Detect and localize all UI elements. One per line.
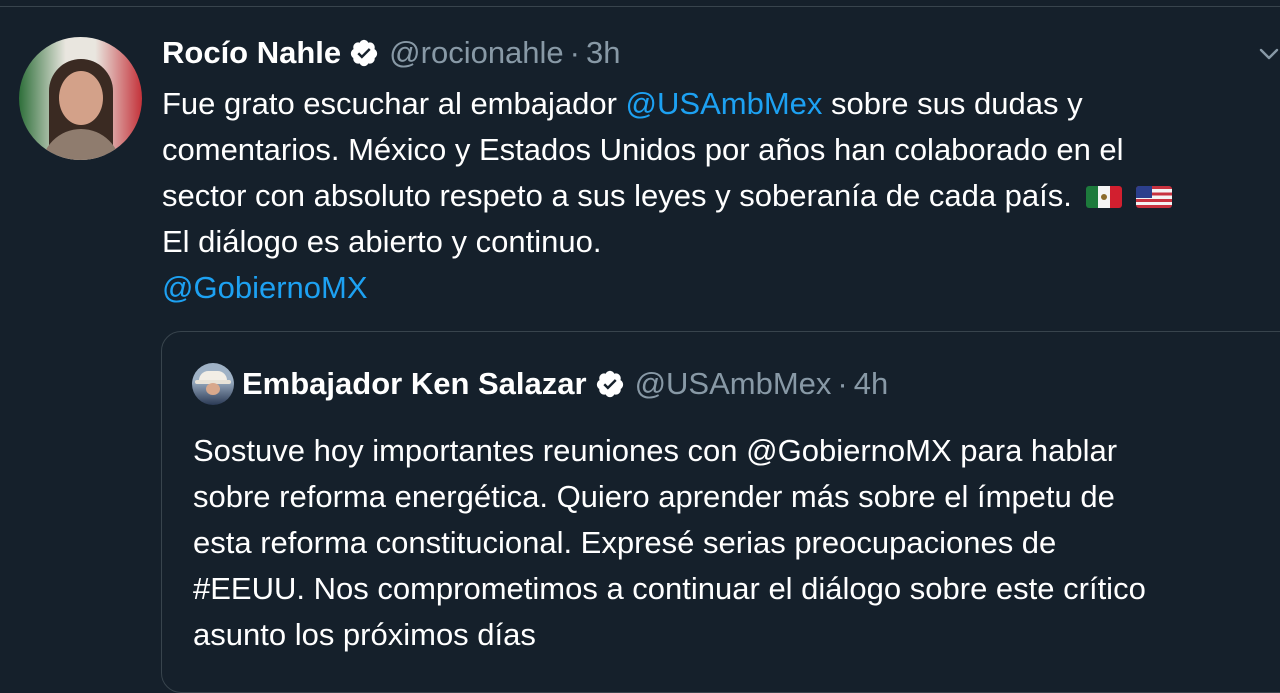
verified-badge-icon: [595, 369, 625, 399]
quoted-tweet-header: Embajador Ken Salazar @USAmbMex · 4h: [242, 362, 888, 406]
avatar-face: [206, 383, 220, 395]
quoted-handle: @USAmbMex: [634, 366, 832, 401]
quoted-text-line: Sostuve hoy importantes reuniones con @G…: [193, 433, 1118, 468]
quoted-display-name: Embajador Ken Salazar: [242, 366, 587, 401]
text-segment: sector con absoluto respeto a sus leyes …: [162, 178, 1072, 213]
text-segment: Fue grato escuchar al embajador: [162, 86, 626, 121]
chevron-down-icon[interactable]: [1258, 43, 1280, 65]
tweet-text-line: @GobiernoMX: [162, 265, 1262, 311]
tweet-text-line: comentarios. México y Estados Unidos por…: [162, 132, 1124, 167]
mention-usambmex-link[interactable]: @USAmbMex: [626, 86, 823, 121]
tweet-text: Fue grato escuchar al embajador @USAmbMe…: [162, 81, 1262, 311]
avatar-rocio-nahle[interactable]: [19, 37, 142, 160]
tweet-text-line: El diálogo es abierto y continuo.: [162, 224, 602, 259]
separator-dot: ·: [569, 35, 580, 70]
tweet-text-line: Fue grato escuchar al embajador @USAmbMe…: [162, 81, 1262, 127]
mexico-flag-icon: [1085, 186, 1122, 208]
verified-badge-icon: [349, 38, 379, 68]
quoted-text-line: sobre reforma energética. Quiero aprende…: [193, 479, 1115, 514]
timeline-divider: [0, 0, 1280, 7]
quoted-text-line: asunto los próximos días: [193, 617, 536, 652]
quoted-tweet-card[interactable]: Embajador Ken Salazar @USAmbMex · 4h Sos…: [161, 331, 1280, 693]
separator-dot: ·: [837, 366, 848, 401]
tweet-header: Rocío Nahle @rocionahle · 3h: [162, 31, 620, 75]
quoted-tweet-text: Sostuve hoy importantes reuniones con @G…: [193, 428, 1280, 658]
quoted-text-line: esta reforma constitucional. Expresé ser…: [193, 525, 1057, 560]
quoted-timestamp: 4h: [853, 366, 889, 401]
text-segment: sobre sus dudas y: [822, 86, 1083, 121]
quoted-text-line: #EEUU. Nos comprometimos a continuar el …: [193, 571, 1146, 606]
display-name[interactable]: Rocío Nahle: [162, 35, 341, 71]
usa-flag-icon: [1135, 186, 1172, 208]
timestamp[interactable]: 3h: [586, 35, 620, 71]
avatar-ken-salazar: [192, 363, 234, 405]
avatar-face: [59, 71, 103, 125]
tweet[interactable]: Rocío Nahle @rocionahle · 3h Fue grato e…: [0, 7, 1280, 693]
handle[interactable]: @rocionahle: [389, 35, 564, 71]
tweet-text-line: sector con absoluto respeto a sus leyes …: [162, 173, 1262, 219]
mention-gobiernomx-link[interactable]: @GobiernoMX: [162, 270, 368, 305]
